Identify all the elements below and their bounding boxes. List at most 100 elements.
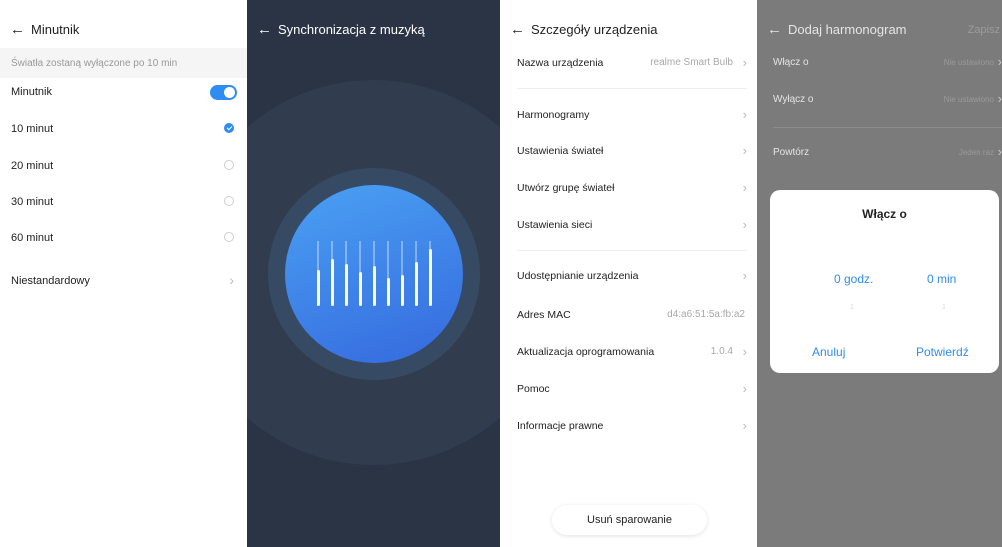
timer-option-row[interactable]: 30 minut <box>11 193 237 213</box>
device-menu-row[interactable]: Utwórz grupę świateł › <box>517 179 747 199</box>
equalizer-bar <box>345 264 348 306</box>
timer-option-row[interactable]: 60 minut <box>11 229 237 249</box>
timer-option-label: 30 minut <box>11 196 54 208</box>
minutes-next-value: 1 <box>942 304 946 311</box>
timer-title: Minutnik <box>31 22 80 37</box>
check-icon[interactable] <box>224 123 234 133</box>
timer-screen: ← Minutnik Światła zostaną wyłączone po … <box>0 0 247 547</box>
device-menu-row[interactable]: Ustawienia świateł › <box>517 142 747 162</box>
equalizer-bar <box>373 266 376 306</box>
timer-toggle-label: Minutnik <box>11 86 52 98</box>
equalizer-bar <box>331 259 334 306</box>
chevron-right-icon: › <box>997 91 1002 106</box>
timer-custom-row[interactable]: Niestandardowy › <box>11 272 237 292</box>
device-share-label: Udostępnianie urządzenia <box>517 270 639 282</box>
divider <box>517 250 747 251</box>
schedule-header: ← Dodaj harmonogram <box>767 22 907 37</box>
device-mac-row: Adres MAC d4:a6:51:5a:fb:a2 <box>517 306 747 326</box>
timer-option-row[interactable]: 10 minut <box>11 120 237 140</box>
device-mac-value: d4:a6:51:5a:fb:a2 <box>667 309 745 320</box>
equalizer-bar <box>415 262 418 306</box>
timer-header: ← Minutnik <box>10 22 79 37</box>
chevron-right-icon: › <box>229 272 234 288</box>
music-title: Synchronizacja z muzyką <box>278 22 425 37</box>
device-name-label: Nazwa urządzenia <box>517 57 604 69</box>
chevron-right-icon: › <box>742 55 747 70</box>
schedule-title: Dodaj harmonogram <box>788 22 907 37</box>
device-help-row[interactable]: Pomoc › <box>517 380 747 400</box>
equalizer-bar <box>429 249 432 306</box>
schedule-repeat-label: Powtórz <box>773 147 810 158</box>
minutes-picker[interactable]: 0 min <box>927 272 956 286</box>
back-arrow-icon[interactable]: ← <box>510 22 525 37</box>
confirm-button[interactable]: Potwierdź <box>916 345 969 359</box>
time-picker-dialog: Włącz o 0 godz. 0 min 1 1 Anuluj Potwier… <box>770 190 999 373</box>
device-legal-row[interactable]: Informacje prawne › <box>517 417 747 437</box>
device-share-row[interactable]: Udostępnianie urządzenia › <box>517 267 747 287</box>
chevron-right-icon: › <box>742 143 747 158</box>
device-firmware-value: 1.0.4 <box>710 346 733 357</box>
chevron-right-icon: › <box>742 418 747 433</box>
device-details-screen: ← Szczegóły urządzenia Nazwa urządzenia … <box>500 0 757 547</box>
chevron-right-icon: › <box>742 381 747 396</box>
timer-option-row[interactable]: 20 minut <box>11 157 237 177</box>
schedule-off-value: Nie ustawiono <box>943 95 994 104</box>
timer-subtitle: Światła zostaną wyłączone po 10 min <box>11 58 178 69</box>
chevron-right-icon: › <box>742 217 747 232</box>
equalizer-bar <box>387 278 390 306</box>
hours-picker[interactable]: 0 godz. <box>834 272 873 286</box>
timer-toggle[interactable] <box>210 85 237 100</box>
timer-custom-label: Niestandardowy <box>11 275 90 287</box>
device-menu-label: Ustawienia świateł <box>517 145 604 157</box>
divider <box>517 88 747 89</box>
back-arrow-icon[interactable]: ← <box>257 22 272 37</box>
device-legal-label: Informacje prawne <box>517 420 604 432</box>
hours-next-value: 1 <box>850 304 854 311</box>
timer-toggle-row: Minutnik <box>11 83 237 103</box>
device-mac-label: Adres MAC <box>517 309 571 321</box>
device-menu-row[interactable]: Harmonogramy › <box>517 106 747 126</box>
timer-option-label: 60 minut <box>11 232 54 244</box>
chevron-right-icon: › <box>997 144 1002 159</box>
device-menu-row[interactable]: Ustawienia sieci › <box>517 216 747 236</box>
dialog-title: Włącz o <box>862 207 907 221</box>
radio-button[interactable] <box>224 232 234 242</box>
device-firmware-label: Aktualizacja oprogramowania <box>517 346 655 358</box>
unpair-button[interactable]: Usuń sparowanie <box>552 505 707 535</box>
music-header: ← Synchronizacja z muzyką <box>257 22 425 37</box>
device-title: Szczegóły urządzenia <box>531 22 658 37</box>
chevron-right-icon: › <box>997 54 1002 69</box>
radio-button[interactable] <box>224 196 234 206</box>
device-help-label: Pomoc <box>517 383 550 395</box>
radio-button[interactable] <box>224 160 234 170</box>
cancel-button[interactable]: Anuluj <box>812 345 845 359</box>
device-name-row[interactable]: Nazwa urządzenia realme Smart Bulb › <box>517 54 747 74</box>
add-schedule-screen: ← Dodaj harmonogram Zapisz Włącz o Nie u… <box>757 0 1002 547</box>
equalizer-bar <box>317 270 320 306</box>
device-firmware-row[interactable]: Aktualizacja oprogramowania 1.0.4 › <box>517 343 747 363</box>
schedule-repeat-value: Jeden raz <box>958 148 994 157</box>
device-menu-label: Harmonogramy <box>517 109 590 121</box>
schedule-on-row[interactable]: Włącz o Nie ustawiono › <box>773 54 1002 74</box>
back-arrow-icon[interactable]: ← <box>10 22 25 37</box>
chevron-right-icon: › <box>742 344 747 359</box>
chevron-right-icon: › <box>742 180 747 195</box>
device-menu-label: Ustawienia sieci <box>517 219 593 231</box>
timer-subtitle-bar: Światła zostaną wyłączone po 10 min <box>0 48 247 78</box>
music-sync-screen: ← Synchronizacja z muzyką <box>247 0 500 547</box>
schedule-on-value: Nie ustawiono <box>943 58 994 67</box>
save-button[interactable]: Zapisz <box>968 24 1000 36</box>
chevron-right-icon: › <box>742 107 747 122</box>
device-header: ← Szczegóły urządzenia <box>510 22 657 37</box>
equalizer-bar <box>401 275 404 306</box>
back-arrow-icon[interactable]: ← <box>767 22 782 37</box>
schedule-off-label: Wyłącz o <box>773 94 814 105</box>
timer-option-label: 20 minut <box>11 160 54 172</box>
schedule-repeat-row[interactable]: Powtórz Jeden raz › <box>773 144 1002 164</box>
equalizer-bar <box>359 272 362 306</box>
device-name-value: realme Smart Bulb <box>650 57 733 68</box>
divider <box>773 127 1002 128</box>
timer-option-label: 10 minut <box>11 123 54 135</box>
schedule-off-row[interactable]: Wyłącz o Nie ustawiono › <box>773 91 1002 111</box>
chevron-right-icon: › <box>742 268 747 283</box>
